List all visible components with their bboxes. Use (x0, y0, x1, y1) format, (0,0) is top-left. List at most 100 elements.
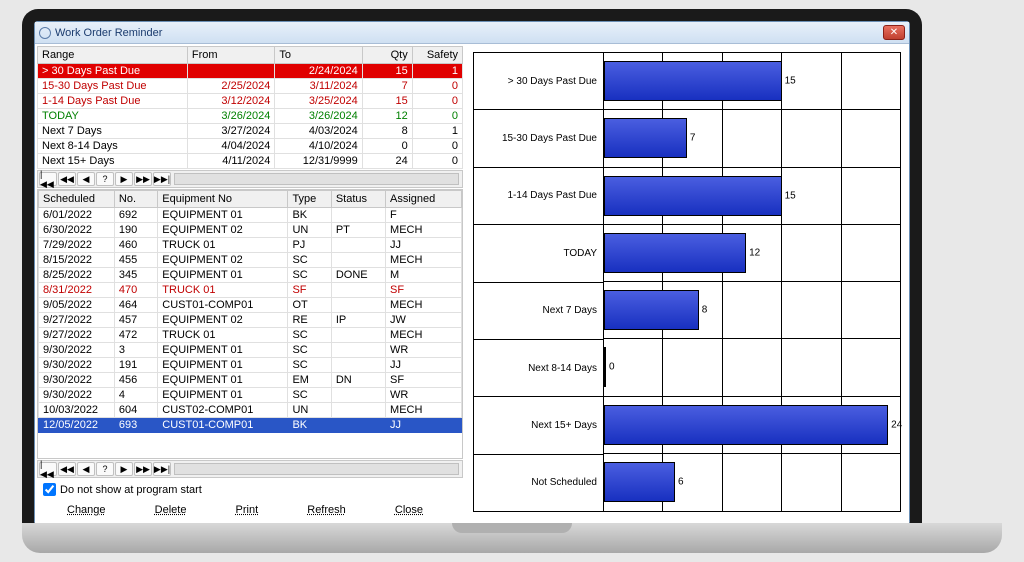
scrollbar[interactable] (174, 463, 459, 475)
range-row[interactable]: Next 7 Days3/27/20244/03/202481 (38, 124, 463, 139)
nav-help-icon[interactable]: ? (96, 172, 114, 186)
nav-nextpage-icon[interactable]: ▶▶ (134, 462, 152, 476)
nav-help-icon[interactable]: ? (96, 462, 114, 476)
cell: M (386, 268, 462, 283)
nav-nextpage-icon[interactable]: ▶▶ (134, 172, 152, 186)
table-row[interactable]: 9/30/2022191EQUIPMENT 01SCJJ (39, 358, 462, 373)
close-icon[interactable]: ✕ (883, 25, 905, 40)
chart-bar-value: 12 (749, 247, 760, 258)
range-row[interactable]: > 30 Days Past Due2/24/2024151 (38, 64, 463, 79)
cell: 693 (114, 418, 157, 433)
wo-col-header[interactable]: Scheduled (39, 191, 115, 208)
range-row[interactable]: Next 8-14 Days4/04/20244/10/202400 (38, 139, 463, 154)
cell: 456 (114, 373, 157, 388)
cell: EQUIPMENT 01 (158, 373, 288, 388)
nav-prev-icon[interactable]: ◀ (77, 172, 95, 186)
cell: SC (288, 268, 331, 283)
do-not-show-input[interactable] (43, 483, 56, 496)
chart-category-label: 1-14 Days Past Due (474, 168, 604, 225)
table-row[interactable]: 6/30/2022190EQUIPMENT 02UNPTMECH (39, 223, 462, 238)
table-row[interactable]: 9/27/2022457EQUIPMENT 02REIPJW (39, 313, 462, 328)
table-row[interactable]: 7/29/2022460TRUCK 01PJJJ (39, 238, 462, 253)
table-row[interactable]: 8/25/2022345EQUIPMENT 01SCDONEM (39, 268, 462, 283)
cell: 1-14 Days Past Due (38, 94, 188, 109)
nav-last-icon[interactable]: ▶▶| (153, 172, 171, 186)
nav-first-icon[interactable]: |◀◀ (39, 172, 57, 186)
cell: JJ (386, 358, 462, 373)
cell: 8/15/2022 (39, 253, 115, 268)
cell: JJ (386, 418, 462, 433)
workorder-table-navigator[interactable]: |◀◀ ◀◀ ◀ ? ▶ ▶▶ ▶▶| (37, 460, 463, 478)
cell (331, 358, 385, 373)
wo-col-header[interactable]: No. (114, 191, 157, 208)
nav-first-icon[interactable]: |◀◀ (39, 462, 57, 476)
chart-bar-row: 12 (604, 225, 900, 282)
cell: 15 (362, 64, 412, 79)
range-summary-table[interactable]: RangeFromToQtySafety > 30 Days Past Due2… (37, 46, 463, 169)
change-button[interactable]: Change (67, 504, 106, 516)
do-not-show-checkbox[interactable]: Do not show at program start (37, 479, 463, 500)
cell: RE (288, 313, 331, 328)
cell: DONE (331, 268, 385, 283)
table-row[interactable]: 9/30/20224EQUIPMENT 01SCWR (39, 388, 462, 403)
delete-button[interactable]: Delete (155, 504, 187, 516)
nav-prev-icon[interactable]: ◀ (77, 462, 95, 476)
cell: 0 (412, 154, 462, 169)
chart-bar: 7 (604, 118, 687, 158)
checkbox-label: Do not show at program start (60, 484, 202, 496)
chart-bar-row: 8 (604, 282, 900, 339)
nav-next-icon[interactable]: ▶ (115, 172, 133, 186)
cell (331, 283, 385, 298)
table-row[interactable]: 8/31/2022470TRUCK 01SFSF (39, 283, 462, 298)
work-order-bar-chart: > 30 Days Past Due15-30 Days Past Due1-1… (473, 52, 901, 512)
refresh-button[interactable]: Refresh (307, 504, 346, 516)
cell: 9/30/2022 (39, 358, 115, 373)
chart-category-label: Not Scheduled (474, 455, 604, 511)
wo-col-header[interactable]: Status (331, 191, 385, 208)
range-col-header[interactable]: From (187, 47, 274, 64)
table-row[interactable]: 8/15/2022455EQUIPMENT 02SCMECH (39, 253, 462, 268)
range-col-header[interactable]: Qty (362, 47, 412, 64)
nav-last-icon[interactable]: ▶▶| (153, 462, 171, 476)
cell: 460 (114, 238, 157, 253)
nav-next-icon[interactable]: ▶ (115, 462, 133, 476)
cell: MECH (386, 223, 462, 238)
print-button[interactable]: Print (236, 504, 259, 516)
range-row[interactable]: 15-30 Days Past Due2/25/20243/11/202470 (38, 79, 463, 94)
cell (331, 328, 385, 343)
range-row[interactable]: 1-14 Days Past Due3/12/20243/25/2024150 (38, 94, 463, 109)
wo-col-header[interactable]: Equipment No (158, 191, 288, 208)
cell: 2/24/2024 (275, 64, 362, 79)
table-row[interactable]: 10/03/2022604CUST02-COMP01UNMECH (39, 403, 462, 418)
cell: PT (331, 223, 385, 238)
nav-prevpage-icon[interactable]: ◀◀ (58, 462, 76, 476)
cell: 3/11/2024 (275, 79, 362, 94)
cell: 0 (362, 139, 412, 154)
table-row[interactable]: 9/30/20223EQUIPMENT 01SCWR (39, 343, 462, 358)
cell: 0 (412, 139, 462, 154)
range-row[interactable]: Next 15+ Days4/11/202412/31/9999240 (38, 154, 463, 169)
table-row[interactable]: 12/05/2022693CUST01-COMP01BKJJ (39, 418, 462, 433)
scrollbar[interactable] (174, 173, 459, 185)
cell (331, 253, 385, 268)
nav-prevpage-icon[interactable]: ◀◀ (58, 172, 76, 186)
range-row[interactable]: TODAY3/26/20243/26/2024120 (38, 109, 463, 124)
table-row[interactable]: 9/05/2022464CUST01-COMP01OTMECH (39, 298, 462, 313)
cell: 8 (362, 124, 412, 139)
chart-bar: 0 (604, 347, 606, 387)
cell: 4/03/2024 (275, 124, 362, 139)
wo-col-header[interactable]: Type (288, 191, 331, 208)
cell (331, 403, 385, 418)
range-col-header[interactable]: Range (38, 47, 188, 64)
table-row[interactable]: 9/30/2022456EQUIPMENT 01EMDNSF (39, 373, 462, 388)
range-col-header[interactable]: To (275, 47, 362, 64)
range-table-navigator[interactable]: |◀◀ ◀◀ ◀ ? ▶ ▶▶ ▶▶| (37, 170, 463, 188)
wo-col-header[interactable]: Assigned (386, 191, 462, 208)
cell: EQUIPMENT 01 (158, 358, 288, 373)
range-col-header[interactable]: Safety (412, 47, 462, 64)
table-row[interactable]: 6/01/2022692EQUIPMENT 01BKF (39, 208, 462, 223)
work-order-table[interactable]: ScheduledNo.Equipment NoTypeStatusAssign… (38, 190, 462, 433)
chart-bar-value: 15 (785, 76, 796, 87)
table-row[interactable]: 9/27/2022472TRUCK 01SCMECH (39, 328, 462, 343)
close-button[interactable]: Close (395, 504, 423, 516)
